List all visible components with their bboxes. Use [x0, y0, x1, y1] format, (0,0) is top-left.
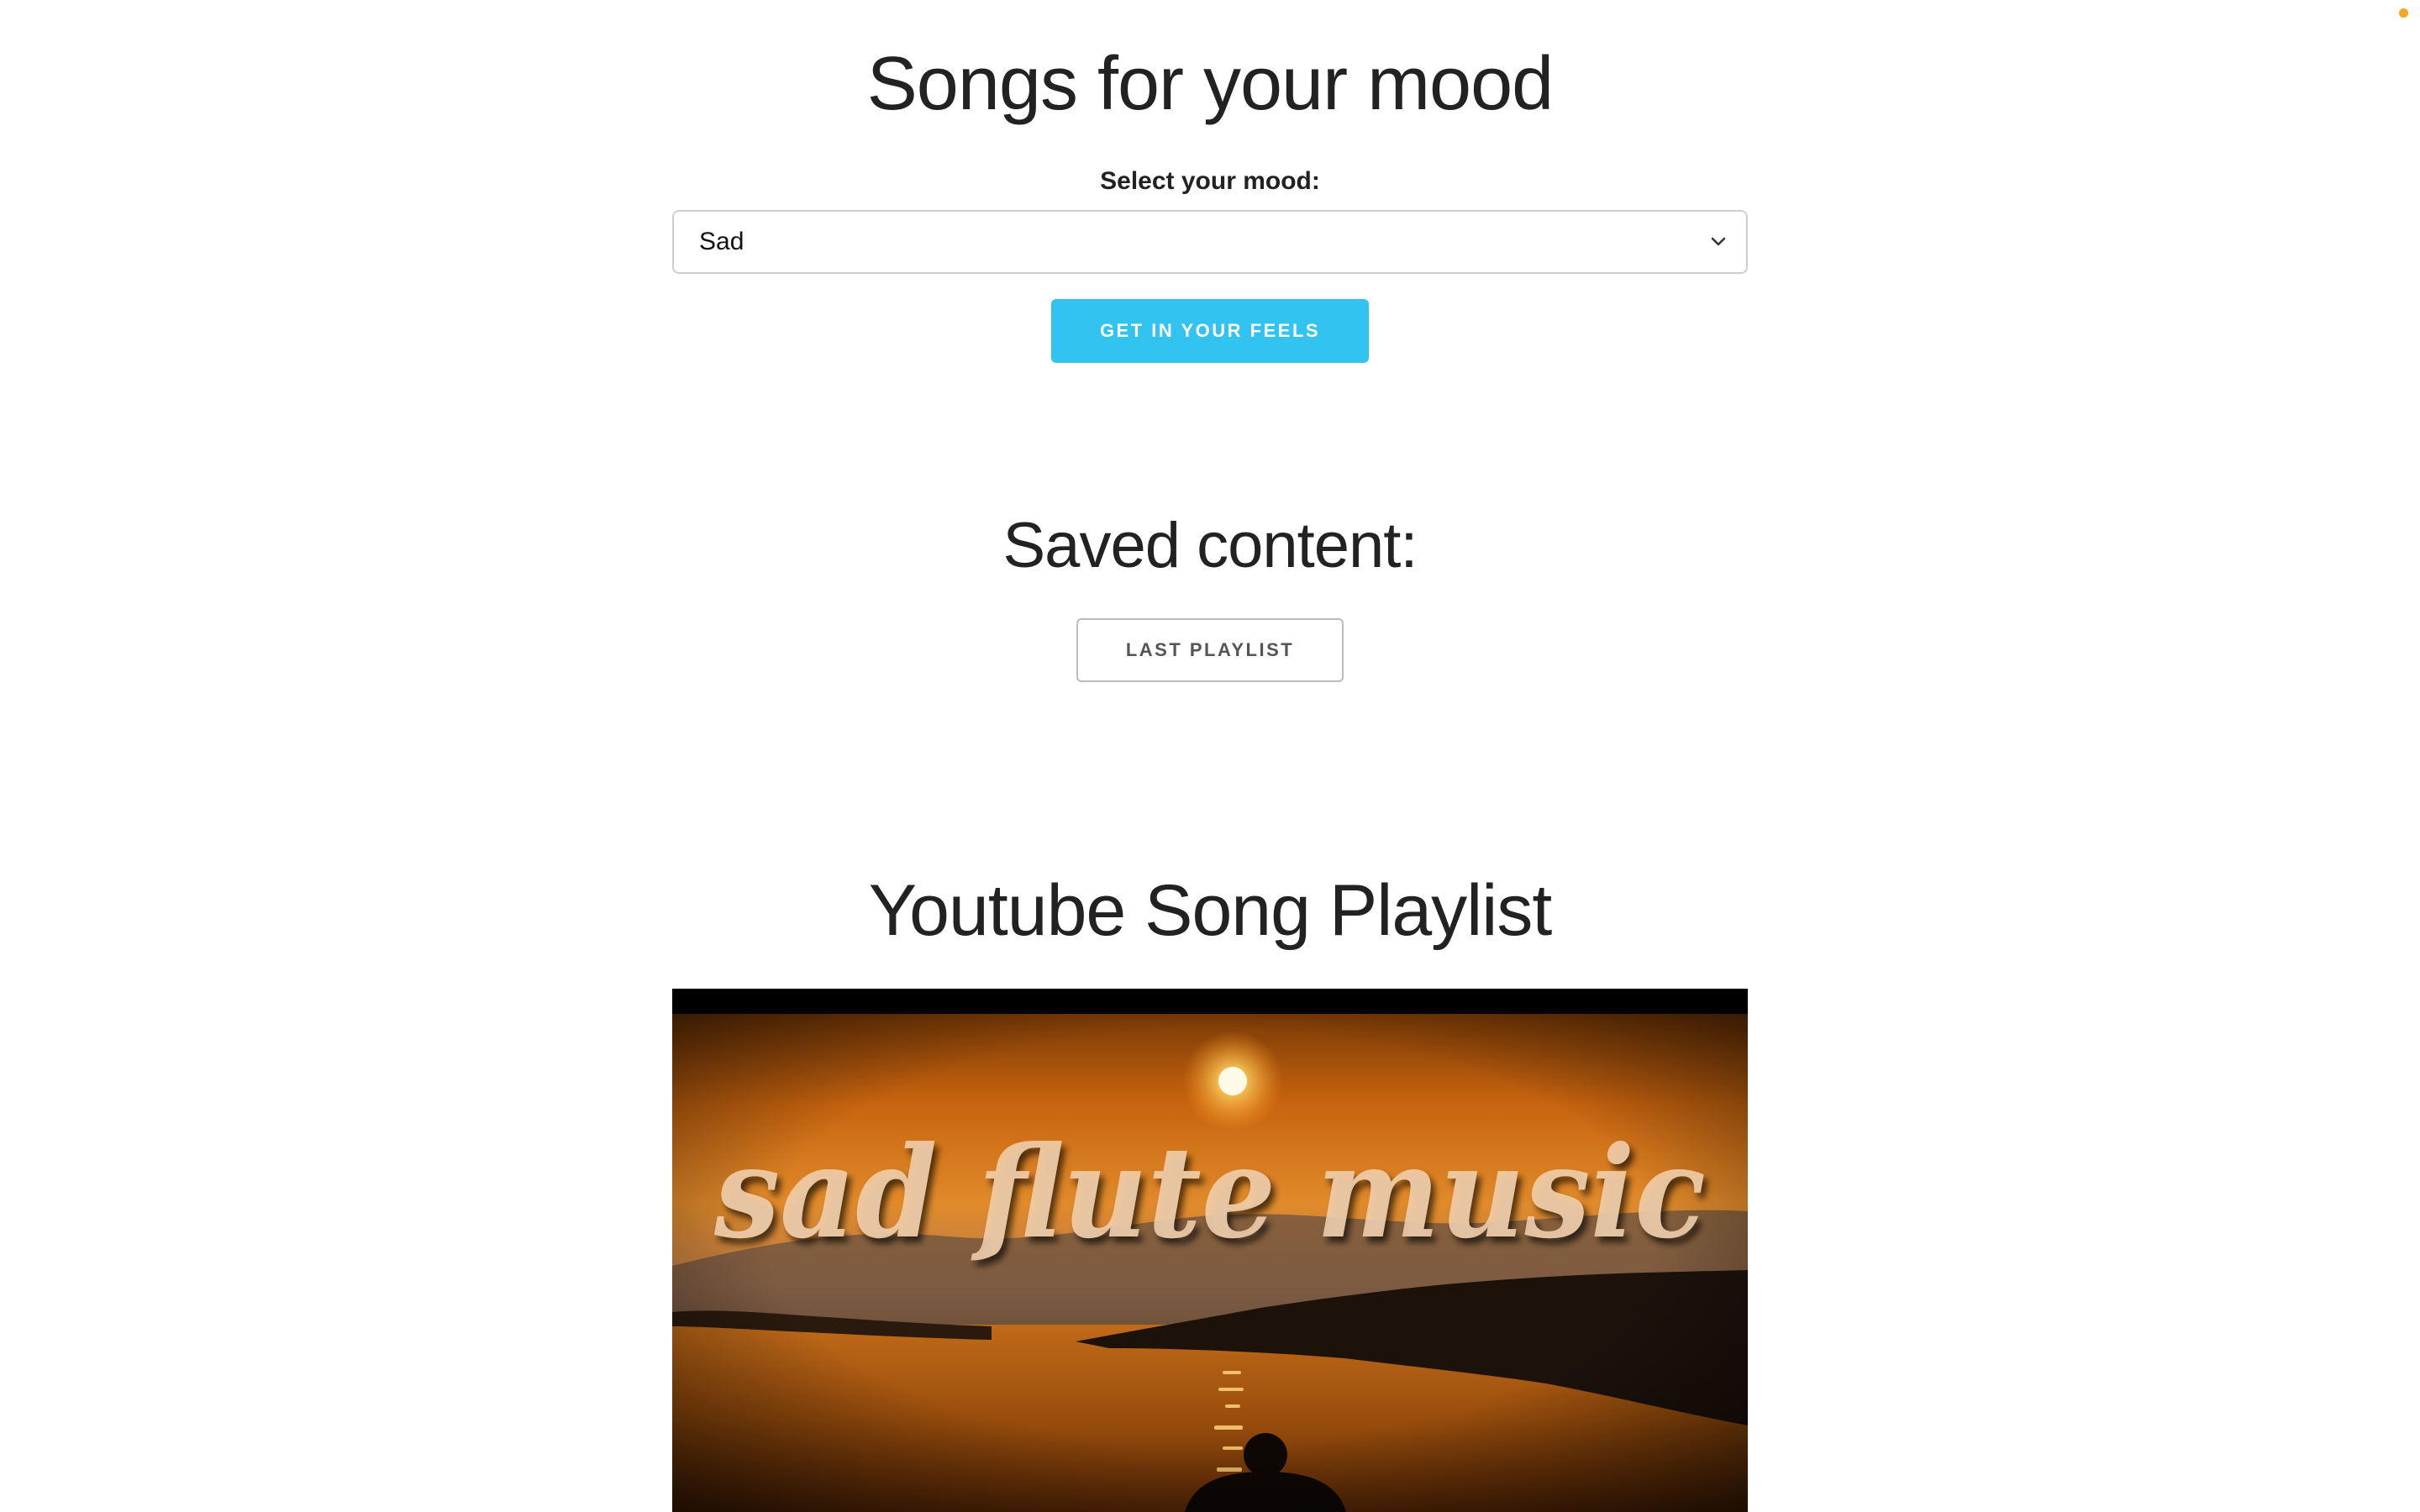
- last-playlist-button[interactable]: LAST PLAYLIST: [1076, 618, 1344, 682]
- playlist-title: Youtube Song Playlist: [868, 870, 1553, 951]
- status-dot: [2399, 8, 2408, 18]
- mood-select[interactable]: Sad: [672, 210, 1748, 274]
- chevron-down-icon: [1711, 237, 1726, 246]
- page: Songs for your mood Select your mood: Sa…: [0, 0, 2420, 1512]
- get-in-your-feels-button[interactable]: GET IN YOUR FEELS: [1051, 299, 1369, 363]
- mood-select-label: Select your mood:: [1100, 167, 1320, 195]
- saved-content-title: Saved content:: [1002, 510, 1418, 581]
- mood-select-value: Sad: [699, 228, 744, 255]
- video-thumbnail-text: sad flute music: [713, 1119, 1706, 1267]
- video-thumbnail: sad flute music: [672, 989, 1748, 1512]
- page-title: Songs for your mood: [866, 42, 1554, 126]
- youtube-video-player[interactable]: sad flute music: [672, 989, 1748, 1512]
